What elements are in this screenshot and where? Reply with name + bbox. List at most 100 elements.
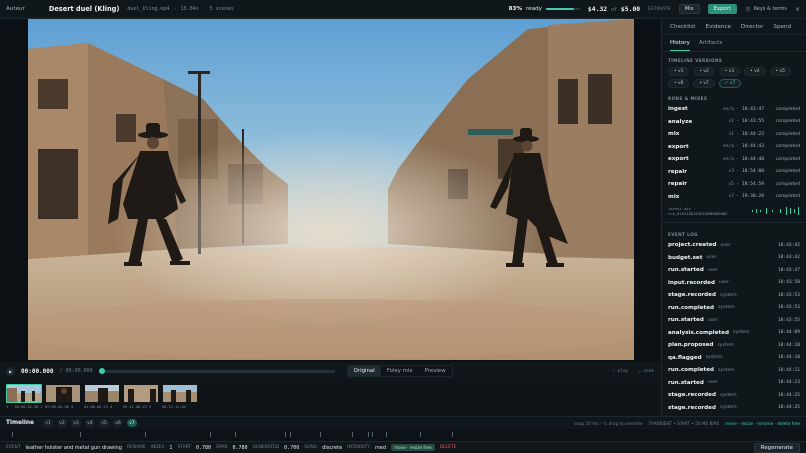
run-row[interactable]: analyze v1 · 18:43:55 completed xyxy=(668,116,800,129)
tab-evidence[interactable]: Evidence xyxy=(705,24,730,30)
export-button[interactable]: Export xyxy=(707,4,737,14)
play-button[interactable]: ▶ xyxy=(6,366,15,376)
event-inspector: EVENT leather holster and metal gun draw… xyxy=(0,441,806,453)
run-row[interactable]: ingest en/a · 18:43:47 completed xyxy=(668,103,800,116)
timeline-version-pill[interactable]: v3 xyxy=(70,419,81,427)
timeline-event-marker[interactable] xyxy=(372,432,373,437)
version-chip[interactable]: • v5 xyxy=(769,67,791,76)
current-version-chip[interactable]: ✓ v7 xyxy=(718,79,742,88)
event-actor: system xyxy=(719,292,737,298)
timeline-version-pill[interactable]: v1 xyxy=(42,419,53,427)
event-log-row[interactable]: analysis.completed system 18:44:09 xyxy=(668,327,800,340)
timeline-event-marker[interactable] xyxy=(210,432,211,437)
timeline-version-pills: v1 v2 v3 v4 v5 v6 v7 xyxy=(42,419,137,427)
timeline-version-pill[interactable]: v6 xyxy=(112,419,123,427)
video-frame-image xyxy=(28,19,634,360)
event-log-row[interactable]: stage.recorded system 18:44:25 xyxy=(668,402,800,415)
timeline-version-pill[interactable]: v7 xyxy=(126,419,137,427)
timeline-event-marker[interactable] xyxy=(290,432,291,437)
timeline-version-pill[interactable]: v2 xyxy=(56,419,67,427)
start-value[interactable]: 0.780 xyxy=(196,445,211,451)
project-duration: 15.04s xyxy=(180,6,199,12)
song-value[interactable]: discrete xyxy=(322,445,342,451)
version-chip[interactable]: • v1 xyxy=(668,67,690,76)
run-row[interactable]: mix v1 · 18:44:23 completed xyxy=(668,128,800,141)
video-viewer[interactable] xyxy=(0,19,660,362)
scrubber[interactable] xyxy=(98,367,335,374)
event-log-row[interactable]: plan.proposed system 18:44:10 xyxy=(668,339,800,352)
scrubber-handle[interactable] xyxy=(98,367,105,374)
event-log-row[interactable]: stage.recordedsystem18:44:26 xyxy=(668,414,800,416)
scene-thumbnail[interactable] xyxy=(84,384,120,403)
event-log-row[interactable]: budget.set user 18:43:42 xyxy=(668,252,800,265)
audio-mode-foley-mix[interactable]: Foley mix xyxy=(381,366,419,376)
event-time: 18:44:23 xyxy=(777,380,800,386)
mix-button[interactable]: Mix xyxy=(678,4,700,14)
audio-mode-original[interactable]: Original xyxy=(347,366,381,376)
timeline-event-marker[interactable] xyxy=(320,432,321,437)
tab-director[interactable]: Director xyxy=(741,24,763,30)
event-log-row[interactable]: stage.recorded system 18:44:25 xyxy=(668,389,800,402)
version-chip[interactable]: • v4 xyxy=(744,67,766,76)
scene-thumbnail[interactable] xyxy=(6,384,42,403)
event-log-row[interactable]: input.recorded user 18:43:50 xyxy=(668,277,800,290)
event-name: budget.set xyxy=(668,254,703,261)
run-row[interactable]: export en/a · 18:44:43 completed xyxy=(668,141,800,154)
event-description[interactable]: leather holster and metal gun drawing xyxy=(26,445,122,451)
version-chip[interactable]: • v7 xyxy=(693,79,715,88)
subtab-artifacts[interactable]: Artifacts xyxy=(699,40,722,51)
latest-mix-label: latest mix · run_01KZ4Q8J8XE5QSNNXWSWBX xyxy=(668,206,728,216)
event-log-row[interactable]: run.started user 18:43:55 xyxy=(668,314,800,327)
help-icon: ? xyxy=(744,6,751,12)
scene-thumbnail[interactable] xyxy=(45,384,81,403)
run-row[interactable]: export en/a · 18:44:48 completed xyxy=(668,153,800,166)
event-log-row[interactable]: run.started user 18:44:23 xyxy=(668,377,800,390)
action-hint: move · resize · rename · delete free xyxy=(725,420,800,426)
event-log-row[interactable]: run.started user 18:43:47 xyxy=(668,264,800,277)
event-log-row[interactable]: run.completed system 18:43:53 xyxy=(668,302,800,315)
timeline-track[interactable] xyxy=(0,429,806,441)
timeline-event-marker[interactable] xyxy=(145,432,146,437)
side-panel: Checklist Evidence Director Spend History Ar… xyxy=(661,19,806,416)
event-time: 18:44:10 xyxy=(777,355,800,361)
span-value[interactable]: 0.780 xyxy=(233,445,248,451)
tab-checklist[interactable]: Checklist xyxy=(670,24,695,30)
timeline-event-marker[interactable] xyxy=(452,432,453,437)
keys-terms-link[interactable]: ? Keys & terms xyxy=(744,6,787,12)
run-name: analyze xyxy=(668,118,693,125)
timeline-version-pill[interactable]: v5 xyxy=(98,419,109,427)
audio-mode-preview[interactable]: Preview xyxy=(419,366,452,376)
intensity-value[interactable]: med xyxy=(375,445,386,451)
close-icon[interactable]: × xyxy=(795,6,800,13)
event-log-row[interactable]: project.created user 18:43:42 xyxy=(668,239,800,252)
timeline-event-marker[interactable] xyxy=(368,432,369,437)
timeline-event-marker[interactable] xyxy=(420,432,421,437)
event-log-row[interactable]: qa.flagged system 18:44:10 xyxy=(668,352,800,365)
delete-button[interactable]: DELETE xyxy=(440,445,457,450)
video-frame[interactable] xyxy=(28,19,634,360)
timeline-event-marker[interactable] xyxy=(352,432,353,437)
app-brand[interactable]: Auteur xyxy=(6,6,25,12)
run-row[interactable]: repair v3 · 18:54:00 completed xyxy=(668,166,800,179)
subtab-history[interactable]: History xyxy=(670,40,690,51)
generated-label: GENERATED xyxy=(252,445,280,450)
timeline-event-marker[interactable] xyxy=(285,432,286,437)
event-name: project.created xyxy=(668,242,717,249)
scene-thumbnail[interactable] xyxy=(123,384,159,403)
version-chip[interactable]: • v2 xyxy=(693,67,715,76)
timeline-event-marker[interactable] xyxy=(80,432,81,437)
timeline-event-marker[interactable] xyxy=(235,432,236,437)
version-chip[interactable]: • v3 xyxy=(718,67,741,76)
regenerate-button[interactable]: Regenerate xyxy=(753,442,800,453)
version-chip[interactable]: • v6 xyxy=(668,79,690,88)
timeline-version-pill[interactable]: v4 xyxy=(84,419,95,427)
event-log-row[interactable]: stage.recorded system 18:43:53 xyxy=(668,289,800,302)
timeline-event-marker[interactable] xyxy=(12,432,13,437)
timeline-event-marker[interactable] xyxy=(386,432,387,437)
scene-thumbnail[interactable] xyxy=(162,384,198,403)
event-log-row[interactable]: run.completed system 18:44:11 xyxy=(668,364,800,377)
rename-button[interactable]: RENAME xyxy=(127,445,146,450)
tab-spend[interactable]: Spend xyxy=(773,24,791,30)
run-row[interactable]: repair v5 · 18:54:59 completed xyxy=(668,178,800,191)
run-row[interactable]: mix v7 · 19:30:20 completed xyxy=(668,191,800,204)
